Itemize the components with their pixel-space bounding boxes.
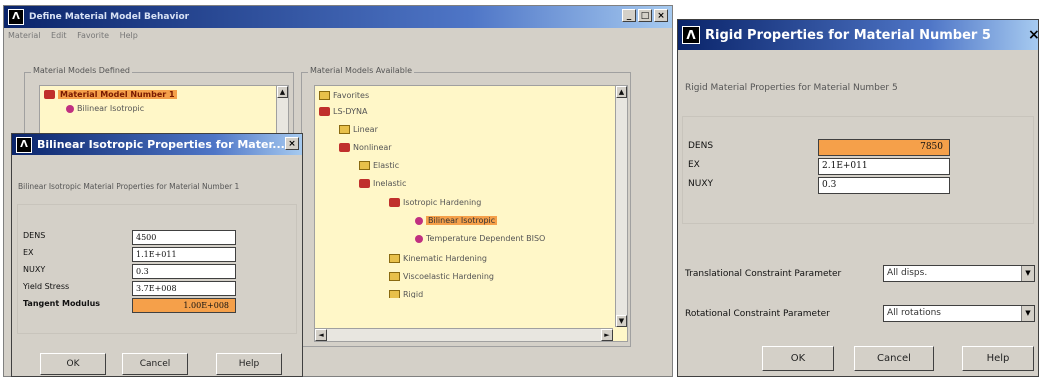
- minimize-icon[interactable]: _: [622, 9, 636, 22]
- yield-stress-input[interactable]: 3.7E+008: [132, 281, 236, 296]
- defined-bilinear-isotropic[interactable]: Bilinear Isotropic: [66, 104, 144, 113]
- defined-list-scrollbar[interactable]: ▲: [276, 86, 288, 134]
- folder-icon: [319, 91, 330, 100]
- models-available-label: Material Models Available: [308, 66, 414, 75]
- bilinear-dialog-title: Bilinear Isotropic Properties for Mater.…: [37, 138, 285, 151]
- tree-inelastic[interactable]: Inelastic: [359, 179, 406, 188]
- ansys-logo-icon: Λ: [8, 9, 24, 25]
- bilinear-ok-button[interactable]: OK: [40, 353, 106, 375]
- rigid-field-label-ex: EX: [688, 160, 700, 170]
- translational-constraint-select[interactable]: All disps. ▼: [883, 265, 1035, 282]
- tree-linear[interactable]: Linear: [339, 125, 378, 134]
- close-icon[interactable]: ×: [654, 9, 668, 22]
- rigid-dens-input[interactable]: 7850: [818, 139, 950, 156]
- close-icon[interactable]: ×: [285, 137, 299, 150]
- models-available-tree: Favorites LS-DYNA Linear Nonlinear Elast…: [314, 85, 628, 342]
- scroll-right-icon[interactable]: ►: [601, 329, 613, 341]
- material-model-icon: [44, 90, 55, 99]
- scroll-up-icon[interactable]: ▲: [616, 86, 627, 98]
- models-defined-list: Material Model Number 1 Bilinear Isotrop…: [39, 85, 289, 137]
- folder-icon: [389, 254, 400, 263]
- field-label-dens: DENS: [23, 231, 46, 240]
- field-label-yield-stress: Yield Stress: [23, 282, 70, 291]
- tree-vertical-scrollbar[interactable]: ▲ ▼: [615, 86, 627, 327]
- models-available-group: Material Models Available Favorites LS-D…: [301, 66, 631, 347]
- models-defined-label: Material Models Defined: [31, 66, 132, 75]
- tree-kinematic-hardening[interactable]: Kinematic Hardening: [389, 254, 487, 263]
- tree-elastic[interactable]: Elastic: [359, 161, 399, 170]
- rigid-description: Rigid Material Properties for Material N…: [685, 83, 898, 93]
- ansys-logo-icon: Λ: [682, 26, 700, 44]
- field-label-nuxy: NUXY: [23, 265, 46, 274]
- chevron-down-icon[interactable]: ▼: [1021, 306, 1034, 321]
- translational-constraint-label: Translational Constraint Parameter: [685, 269, 842, 279]
- bilinear-dialog-title-bar[interactable]: Λ Bilinear Isotropic Properties for Mate…: [12, 134, 302, 155]
- scroll-down-icon[interactable]: ▼: [616, 315, 627, 327]
- rigid-dialog-title: Rigid Properties for Material Number 5: [705, 27, 991, 43]
- tree-ls-dyna[interactable]: LS-DYNA: [319, 107, 368, 116]
- chevron-down-icon[interactable]: ▼: [1021, 266, 1034, 281]
- menu-edit[interactable]: Edit: [51, 31, 67, 40]
- tree-bilinear-isotropic[interactable]: Bilinear Isotropic: [415, 216, 498, 225]
- tree-viscoelastic-hardening[interactable]: Viscoelastic Hardening: [389, 272, 494, 281]
- tangent-modulus-input[interactable]: 1.00E+008: [132, 298, 236, 313]
- menu-material[interactable]: Material: [8, 31, 41, 40]
- bilinear-isotropic-dialog: Λ Bilinear Isotropic Properties for Mate…: [11, 133, 303, 377]
- maximize-icon[interactable]: □: [638, 9, 652, 22]
- bilinear-help-button[interactable]: Help: [216, 353, 282, 375]
- rigid-help-button[interactable]: Help: [962, 346, 1034, 371]
- rigid-nuxy-input[interactable]: 0.3: [818, 177, 950, 194]
- define-material-title-bar[interactable]: Λ Define Material Model Behavior _ □ ×: [4, 6, 672, 28]
- folder-icon: [389, 272, 400, 281]
- scroll-left-icon[interactable]: ◄: [315, 329, 327, 341]
- menu-favorite[interactable]: Favorite: [77, 31, 109, 40]
- nuxy-input[interactable]: 0.3: [132, 264, 236, 279]
- folder-icon: [359, 161, 370, 170]
- bilinear-description: Bilinear Isotropic Material Properties f…: [18, 182, 240, 191]
- folder-icon: [339, 125, 350, 134]
- tree-nonlinear[interactable]: Nonlinear: [339, 143, 392, 152]
- property-icon: [66, 104, 74, 113]
- rigid-properties-dialog: Λ Rigid Properties for Material Number 5…: [677, 19, 1039, 377]
- property-icon: [415, 216, 423, 225]
- property-icon: [415, 234, 423, 243]
- folder-open-icon: [359, 179, 370, 188]
- bilinear-properties-group: DENS 4500 EX 1.1E+011 NUXY 0.3 Yield Str…: [17, 204, 297, 334]
- menu-help[interactable]: Help: [120, 31, 138, 40]
- rigid-properties-group: DENS 7850 EX 2.1E+011 NUXY 0.3: [682, 116, 1034, 224]
- dens-input[interactable]: 4500: [132, 230, 236, 245]
- rotational-constraint-label: Rotational Constraint Parameter: [685, 309, 830, 319]
- tree-horizontal-scrollbar[interactable]: ◄ ►: [315, 328, 613, 341]
- field-label-ex: EX: [23, 248, 34, 257]
- tree-rigid[interactable]: Rigid: [389, 290, 423, 298]
- bilinear-cancel-button[interactable]: Cancel: [122, 353, 188, 375]
- menu-bar: Material Edit Favorite Help: [8, 31, 138, 43]
- define-material-title: Define Material Model Behavior: [29, 12, 190, 22]
- close-icon[interactable]: ×: [1028, 27, 1038, 43]
- ansys-logo-icon: Λ: [16, 136, 32, 153]
- rigid-field-label-nuxy: NUXY: [688, 179, 713, 189]
- rigid-dialog-title-bar[interactable]: Λ Rigid Properties for Material Number 5…: [678, 20, 1038, 50]
- folder-open-icon: [389, 198, 400, 207]
- scroll-up-icon[interactable]: ▲: [277, 86, 288, 98]
- rigid-ex-input[interactable]: 2.1E+011: [818, 158, 950, 175]
- models-defined-group: Material Models Defined Material Model N…: [24, 66, 294, 142]
- rigid-cancel-button[interactable]: Cancel: [854, 346, 934, 371]
- ex-input[interactable]: 1.1E+011: [132, 247, 236, 262]
- defined-material-1[interactable]: Material Model Number 1: [44, 90, 177, 99]
- field-label-tangent-modulus: Tangent Modulus: [23, 299, 101, 308]
- folder-icon: [389, 290, 400, 298]
- folder-open-icon: [339, 143, 350, 152]
- rigid-ok-button[interactable]: OK: [762, 346, 834, 371]
- tree-temperature-dependent-biso[interactable]: Temperature Dependent BISO: [415, 234, 545, 243]
- rigid-field-label-dens: DENS: [688, 141, 714, 151]
- translational-constraint-value: All disps.: [887, 268, 928, 278]
- rotational-constraint-value: All rotations: [887, 308, 941, 318]
- tree-favorites[interactable]: Favorites: [319, 91, 369, 100]
- tree-isotropic-hardening[interactable]: Isotropic Hardening: [389, 198, 481, 207]
- folder-open-icon: [319, 107, 330, 116]
- rotational-constraint-select[interactable]: All rotations ▼: [883, 305, 1035, 322]
